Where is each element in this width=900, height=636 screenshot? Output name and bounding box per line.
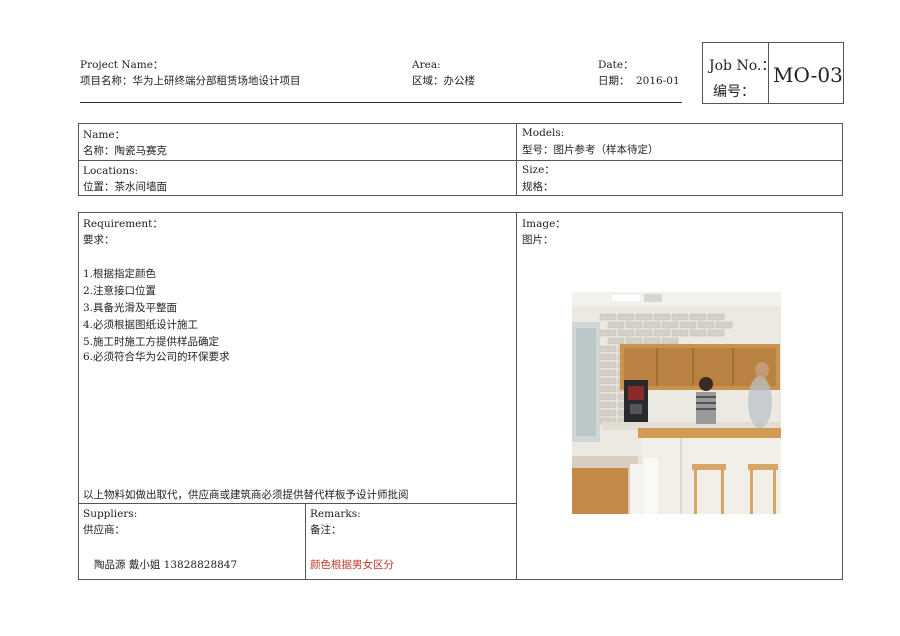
job-number-box: Job No.： 编号： MO-03 — [702, 42, 844, 104]
image-label-en: Image： — [522, 218, 566, 230]
requirement-item: 2.注意接口位置 — [83, 285, 157, 297]
requirement-footnote: 以上物料如做出取代，供应商或建筑商必须提供替代样板予设计师批阅 — [83, 489, 409, 501]
job-label-zh: 编号： — [713, 84, 755, 100]
suppliers-label-zh: 供应商： — [83, 524, 125, 536]
requirement-item: 4.必须根据图纸设计施工 — [83, 319, 199, 331]
image-label-zh: 图片： — [522, 234, 554, 246]
area-value: 区域：办公楼 — [412, 75, 475, 87]
locations-label-en: Locations: — [83, 165, 139, 177]
name-value: 名称：陶瓷马赛克 — [83, 145, 167, 157]
job-label-en: Job No.： — [709, 58, 776, 74]
size-label-en: Size： — [522, 164, 555, 176]
remarks-label-en: Remarks: — [310, 508, 361, 520]
requirement-item: 1.根据指定颜色 — [83, 268, 157, 280]
area-label-en: Area: — [412, 59, 441, 71]
date-label-zh: 日期： — [598, 75, 630, 87]
info-table-row-divider — [78, 160, 843, 161]
requirement-item: 6.必须符合华为公司的环保要求 — [83, 351, 230, 363]
models-label-en: Models: — [522, 127, 565, 139]
project-name: 项目名称：华为上研终端分部租赁场地设计项目 — [80, 75, 301, 87]
name-label-en: Name： — [83, 129, 126, 141]
remarks-label-zh: 备注： — [310, 524, 342, 536]
supplier-contact: 陶品源 戴小姐 13828828847 — [94, 559, 238, 571]
main-table-divider — [516, 212, 517, 580]
remarks-value: 颜色根据男女区分 — [310, 559, 394, 571]
date-value: 2016-01 — [636, 75, 680, 87]
requirement-bottom-rule — [78, 503, 517, 504]
requirement-label-zh: 要求： — [83, 234, 115, 246]
models-value: 型号：图片参考（样本待定） — [522, 144, 659, 156]
size-value: 规格： — [522, 181, 554, 193]
pantry-photo-illustration — [572, 292, 781, 514]
suppliers-label-en: Suppliers: — [83, 508, 138, 520]
date-label-en: Date： — [598, 59, 634, 71]
header-rule — [80, 102, 682, 103]
requirement-label-en: Requirement： — [83, 218, 163, 230]
job-number: MO-03 — [773, 63, 843, 87]
requirement-item: 3.具备光滑及平整面 — [83, 302, 178, 314]
locations-value: 位置：茶水间墙面 — [83, 181, 167, 193]
suppliers-remarks-divider — [305, 503, 306, 580]
requirement-item: 5.施工时施工方提供样品确定 — [83, 336, 220, 348]
project-label-en: Project Name： — [80, 59, 164, 71]
reference-photo — [572, 292, 781, 514]
